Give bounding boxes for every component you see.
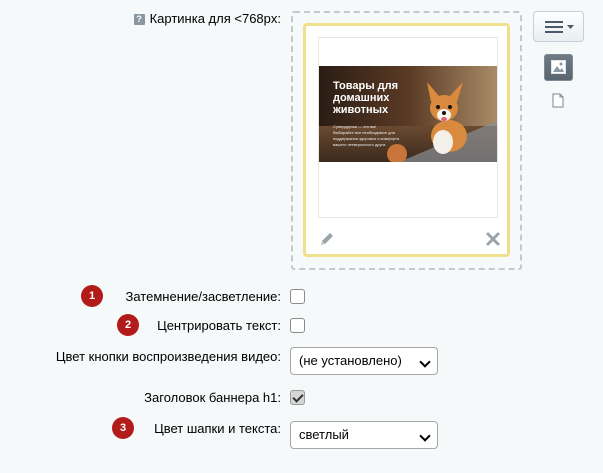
banner-heading-line: животных (333, 104, 389, 116)
banner-body-text: Супердрузья — это вы! Выбирайте все необ… (333, 124, 399, 148)
banner-heading-line: домашних (333, 92, 390, 104)
video-button-color-select[interactable]: (не установлено) (290, 347, 438, 375)
file-icon[interactable] (552, 93, 564, 111)
menu-dropdown-button[interactable] (533, 11, 584, 42)
hamburger-menu-icon (545, 21, 575, 36)
video-button-color-label: Цвет кнопки воспроизведения видео: (55, 349, 281, 364)
image-field-label: Картинка для <768px: (149, 11, 281, 26)
banner-h1-label: Заголовок баннера h1: (144, 390, 281, 405)
chevron-down-icon (419, 356, 431, 368)
chevron-down-icon (419, 430, 431, 442)
banner-body-line: вашего четвероногого друга. (333, 142, 387, 147)
image-preview-card: Товары для домашних животных Супердрузья… (303, 23, 510, 257)
header-text-color-value: светлый (299, 427, 349, 442)
video-button-color-value: (не установлено) (299, 353, 402, 368)
help-icon[interactable]: ? (133, 14, 145, 26)
step-badge-1: 1 (81, 285, 103, 307)
step-badge-3: 3 (112, 417, 134, 439)
darken-lighten-checkbox[interactable] (290, 289, 305, 304)
banner-preview-image: Товары для домашних животных Супердрузья… (319, 66, 497, 162)
banner-heading: Товары для домашних животных (333, 80, 398, 116)
center-text-checkbox[interactable] (290, 318, 305, 333)
header-text-color-select[interactable]: светлый (290, 421, 438, 449)
image-thumbnail[interactable]: Товары для домашних животных Супердрузья… (318, 37, 498, 218)
header-text-color-label: Цвет шапки и текста: (154, 421, 281, 436)
step-badge-2: 2 (117, 314, 139, 336)
image-field-label-row: ? Картинка для <768px: (133, 11, 281, 26)
banner-heading-line: Товары для (333, 80, 399, 92)
center-text-label: Центрировать текст: (157, 318, 281, 333)
pencil-icon[interactable] (319, 231, 335, 247)
banner-h1-checkbox[interactable] (290, 390, 305, 405)
image-mode-button[interactable] (544, 54, 573, 81)
image-icon (551, 60, 566, 77)
darken-lighten-label: Затемнение/засветление: (125, 289, 281, 304)
close-icon[interactable] (486, 232, 500, 246)
